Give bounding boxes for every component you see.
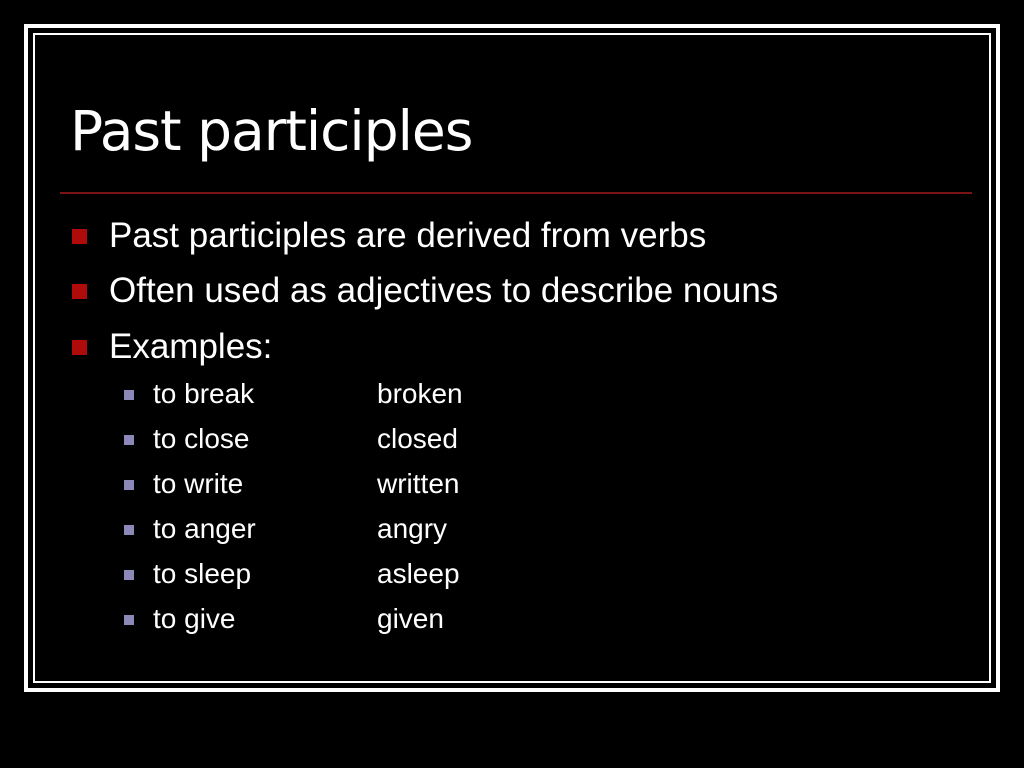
square-bullet-icon <box>72 229 87 244</box>
example-verb: to anger <box>153 513 256 544</box>
example-verb: to sleep <box>153 558 252 589</box>
title-divider <box>60 192 972 194</box>
example-participle: asleep <box>377 558 460 589</box>
example-participle: closed <box>377 423 458 454</box>
example-verb: to give <box>153 603 236 634</box>
square-bullet-icon <box>72 284 87 299</box>
example-verb: to write <box>153 468 244 499</box>
square-bullet-icon <box>72 340 87 355</box>
square-bullet-icon <box>124 390 134 400</box>
square-bullet-icon <box>124 435 134 445</box>
example-participle: written <box>377 468 460 499</box>
example-verb: to break <box>153 378 255 409</box>
square-bullet-icon <box>124 570 134 580</box>
example-participle: given <box>377 603 444 634</box>
example-participle: angry <box>377 513 448 544</box>
square-bullet-icon <box>124 525 134 535</box>
bullet-text: Examples: <box>109 327 273 366</box>
bullet-text: Past participles are derived from verbs <box>109 216 707 255</box>
square-bullet-icon <box>124 615 134 625</box>
bullet-text: Often used as adjectives to describe nou… <box>109 271 779 310</box>
example-verb: to close <box>153 423 250 454</box>
square-bullet-icon <box>124 480 134 490</box>
slide-title: Past participles <box>70 99 473 163</box>
example-participle: broken <box>377 378 463 409</box>
